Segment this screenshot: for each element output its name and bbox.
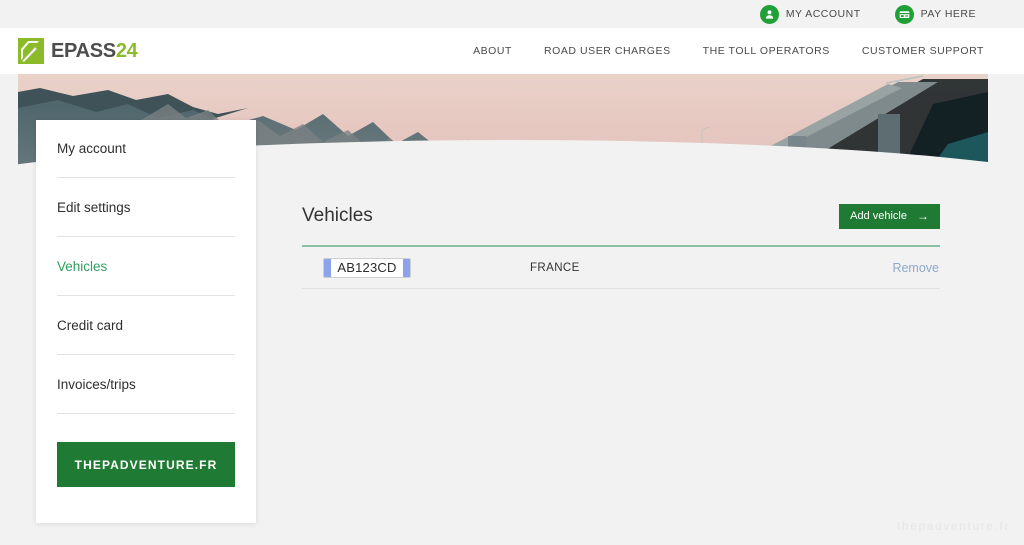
table-row: AB123CD FRANCE Remove (302, 247, 940, 289)
logo-text-epass: EPASS (51, 40, 116, 62)
pay-here-label: PAY HERE (920, 8, 976, 20)
vehicles-panel: Vehicles Add vehicle → AB123CD FRANCE Re… (302, 200, 940, 289)
my-account-link[interactable]: MY ACCOUNT (759, 4, 861, 24)
add-vehicle-label: Add vehicle (850, 210, 907, 222)
nav-item-customer-support[interactable]: CUSTOMER SUPPORT (862, 45, 984, 57)
sidebar-item-my-account[interactable]: My account (57, 120, 235, 178)
logo-wordmark: EPASS24 (51, 40, 138, 62)
main-navigation: ABOUT ROAD USER CHARGES THE TOLL OPERATO… (441, 45, 984, 57)
page-title: Vehicles (302, 205, 373, 226)
sidebar-item-invoices-trips[interactable]: Invoices/trips (57, 355, 235, 414)
user-icon (759, 4, 779, 24)
sidebar-item-credit-card[interactable]: Credit card (57, 296, 235, 355)
plate-number: AB123CD (337, 260, 397, 275)
nav-item-road-user-charges[interactable]: ROAD USER CHARGES (544, 45, 671, 57)
logo-text-24: 24 (115, 40, 138, 62)
nav-item-about[interactable]: ABOUT (473, 45, 512, 57)
page-root: MY ACCOUNT PAY HERE EPASS24 ABOUT ROAD U… (0, 0, 1024, 545)
plate-eu-band-left (324, 258, 331, 277)
site-logo[interactable]: EPASS24 (18, 38, 138, 64)
sidebar-item-edit-settings[interactable]: Edit settings (57, 178, 235, 237)
sidebar-item-label: Vehicles (57, 258, 108, 274)
payment-card-icon (894, 4, 914, 24)
plate-eu-band-right (403, 258, 410, 277)
utility-bar: MY ACCOUNT PAY HERE (0, 0, 1024, 28)
sidebar-cta-button[interactable]: THEPADVENTURE.FR (57, 442, 235, 487)
remove-vehicle-link[interactable]: Remove (892, 261, 939, 275)
add-vehicle-button[interactable]: Add vehicle → (839, 203, 940, 229)
account-sidebar: My account Edit settings Vehicles Credit… (36, 120, 256, 523)
vehicles-header: Vehicles Add vehicle → (302, 200, 940, 232)
sidebar-item-label: Edit settings (57, 199, 131, 215)
arrow-right-icon: → (917, 209, 929, 223)
epass24-logo-mark (18, 38, 44, 64)
pay-here-link[interactable]: PAY HERE (894, 4, 976, 24)
license-plate: AB123CD (323, 257, 411, 278)
sidebar-item-vehicles[interactable]: Vehicles (57, 237, 235, 296)
sidebar-cta-label: THEPADVENTURE.FR (74, 457, 218, 472)
sidebar-item-label: My account (57, 141, 127, 156)
sidebar-item-label: Credit card (57, 317, 124, 333)
vehicle-country: FRANCE (530, 261, 580, 274)
my-account-label: MY ACCOUNT (785, 8, 861, 20)
nav-item-the-toll-operators[interactable]: THE TOLL OPERATORS (703, 45, 830, 57)
sidebar-item-label: Invoices/trips (57, 376, 136, 392)
watermark: thepadventure.fr (897, 519, 1010, 533)
site-header: EPASS24 ABOUT ROAD USER CHARGES THE TOLL… (0, 28, 1024, 74)
